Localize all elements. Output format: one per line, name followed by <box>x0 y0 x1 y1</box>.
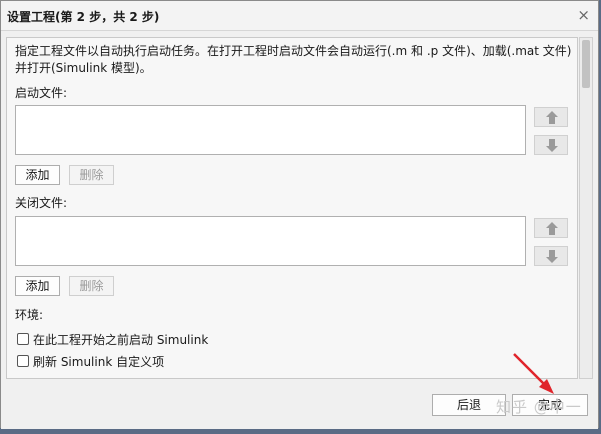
environment-label: 环境: <box>15 308 44 322</box>
shutdown-add-button[interactable]: 添加 <box>15 276 60 296</box>
watermark-text: 知乎 @中一 <box>496 398 582 416</box>
content-panel: 指定工程文件以自动执行启动任务。在打开工程时启动文件会自动运行(.m 和 .p … <box>6 37 578 379</box>
arrow-down-icon <box>546 139 558 152</box>
refresh-customizations-option[interactable]: 刷新 Simulink 自定义项 <box>17 352 164 370</box>
startup-move-up-button[interactable] <box>534 107 568 127</box>
description-text: 指定工程文件以自动执行启动任务。在打开工程时启动文件会自动运行(.m 和 .p … <box>15 44 572 75</box>
shutdown-files-list[interactable] <box>15 216 526 266</box>
shutdown-remove-button[interactable]: 删除 <box>69 276 114 296</box>
dialog-title: 设置工程(第 2 步，共 2 步) <box>7 10 160 24</box>
shutdown-files-label: 关闭文件: <box>15 196 68 210</box>
arrow-up-icon <box>546 222 558 235</box>
vertical-scrollbar[interactable] <box>579 37 593 379</box>
start-simulink-option[interactable]: 在此工程开始之前启动 Simulink <box>17 330 208 348</box>
startup-move-down-button[interactable] <box>534 135 568 155</box>
red-arrow-icon <box>513 353 554 394</box>
refresh-customizations-label: 刷新 Simulink 自定义项 <box>33 354 165 369</box>
arrow-down-icon <box>546 250 558 263</box>
close-icon[interactable]: × <box>577 6 590 24</box>
scrollbar-thumb[interactable] <box>582 40 590 88</box>
refresh-customizations-checkbox[interactable] <box>17 355 29 367</box>
back-button[interactable]: 后退 <box>432 394 506 416</box>
shutdown-move-down-button[interactable] <box>534 246 568 266</box>
start-simulink-label: 在此工程开始之前启动 Simulink <box>33 332 209 347</box>
startup-add-button[interactable]: 添加 <box>15 165 60 185</box>
startup-remove-button[interactable]: 删除 <box>69 165 114 185</box>
start-simulink-checkbox[interactable] <box>17 333 29 345</box>
shutdown-move-up-button[interactable] <box>534 218 568 238</box>
title-bar: 设置工程(第 2 步，共 2 步) × <box>1 1 598 31</box>
startup-files-label: 启动文件: <box>15 86 68 100</box>
startup-files-list[interactable] <box>15 105 526 155</box>
arrow-up-icon <box>546 111 558 124</box>
